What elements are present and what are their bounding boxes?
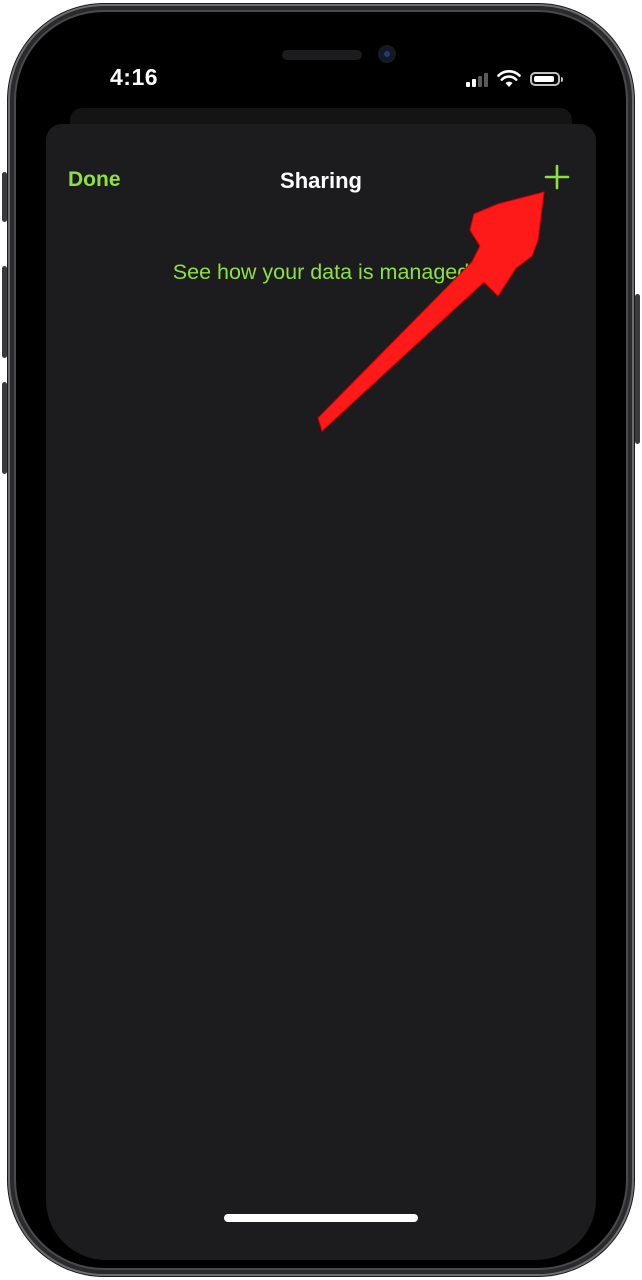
cellular-signal-icon [466,71,488,87]
screen: 4:16 Done Sharing See how your data is m… [28,20,614,1260]
battery-icon [530,72,563,86]
wifi-icon [497,70,521,87]
power-button [635,294,640,444]
volume-up-button [2,266,7,358]
volume-down-button [2,382,7,474]
status-icons [466,68,563,90]
page-title: Sharing [280,168,362,193]
sharing-sheet: Done Sharing See how your data is manage… [46,124,596,1260]
plus-icon[interactable] [542,162,572,192]
home-indicator[interactable] [224,1214,418,1222]
earpiece-speaker [282,50,362,60]
status-time: 4:16 [110,64,159,90]
data-management-link[interactable]: See how your data is managed [46,260,596,285]
front-camera [380,47,394,61]
action-button [2,172,7,222]
